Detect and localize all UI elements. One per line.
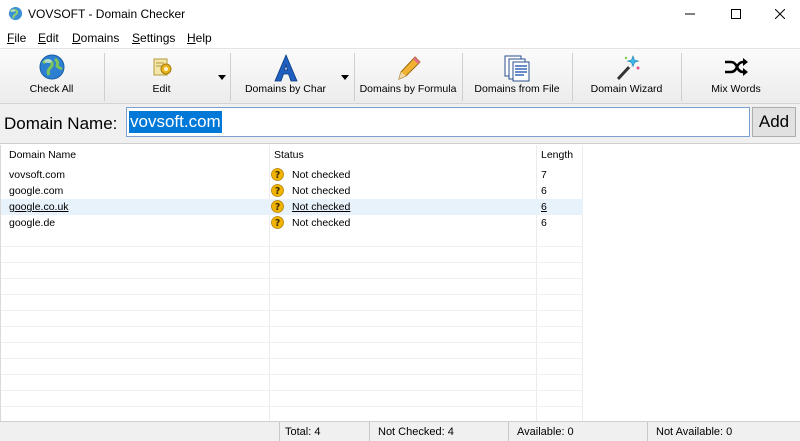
title-bar: VOVSOFT - Domain Checker xyxy=(0,0,800,28)
column-header-domain-name[interactable]: Domain Name xyxy=(9,149,76,161)
row-divider xyxy=(1,294,583,295)
question-mark-icon: ? xyxy=(271,168,284,181)
menu-help[interactable]: Help xyxy=(187,31,212,45)
edit-gear-icon xyxy=(153,58,171,76)
close-icon xyxy=(775,9,785,19)
domains-by-formula-button[interactable]: Domains by Formula xyxy=(355,49,461,104)
domains-by-char-button[interactable]: Domains by Char xyxy=(231,49,340,104)
cell-domain: google.co.uk xyxy=(9,201,69,213)
mix-words-button[interactable]: Mix Words xyxy=(682,49,790,104)
edit-label: Edit xyxy=(152,83,171,95)
check-all-label: Check All xyxy=(29,83,74,95)
row-divider xyxy=(1,326,583,327)
svg-text:?: ? xyxy=(275,218,280,229)
maximize-icon xyxy=(731,9,741,19)
cell-domain: vovsoft.com xyxy=(9,169,66,181)
question-mark-icon: ? xyxy=(271,200,284,213)
toolbar: Check All Edit Domains by Char Domains b… xyxy=(0,48,800,104)
mix-words-label: Mix Words xyxy=(711,83,761,95)
menu-bar: File Edit Domains Settings Help xyxy=(0,28,800,48)
cell-status: Not checked xyxy=(292,185,351,197)
domains-by-formula-label: Domains by Formula xyxy=(359,83,457,95)
row-divider xyxy=(1,406,583,407)
menu-file[interactable]: File xyxy=(7,31,26,45)
table-row[interactable]: google.de ? Not checked 6 xyxy=(1,215,583,231)
grid-header: Domain Name Status Length xyxy=(1,145,800,166)
globe-icon xyxy=(39,54,64,80)
domain-wizard-button[interactable]: Domain Wizard xyxy=(573,49,680,104)
menu-settings[interactable]: Settings xyxy=(132,31,175,45)
svg-text:?: ? xyxy=(275,202,280,213)
status-available-panel: Available: 0 xyxy=(508,422,647,441)
row-divider xyxy=(1,262,583,263)
domain-wizard-label: Domain Wizard xyxy=(590,83,663,95)
window-title: VOVSOFT - Domain Checker xyxy=(28,7,186,21)
status-not-available: Not Available: 0 xyxy=(656,426,733,438)
domains-from-file-button[interactable]: Domains from File xyxy=(463,49,571,104)
domain-name-label: Domain Name: xyxy=(4,114,118,133)
svg-text:?: ? xyxy=(275,186,280,197)
column-header-status[interactable]: Status xyxy=(274,149,304,161)
edit-dropdown-arrow-icon[interactable] xyxy=(217,73,227,81)
letter-a-icon xyxy=(273,53,298,82)
domain-name-input-value: vovsoft.com xyxy=(129,111,222,133)
row-divider xyxy=(1,310,583,311)
question-mark-icon: ? xyxy=(271,216,284,229)
cell-length: 7 xyxy=(541,169,547,181)
cell-status: Not checked xyxy=(292,217,351,229)
cell-length: 6 xyxy=(541,201,547,213)
domains-from-file-label: Domains from File xyxy=(474,83,560,95)
status-not-available-panel: Not Available: 0 xyxy=(647,422,800,441)
cell-status: Not checked xyxy=(292,169,351,181)
minimize-button[interactable] xyxy=(667,0,713,28)
app-globe-icon xyxy=(8,6,23,21)
check-all-button[interactable]: Check All xyxy=(0,49,103,104)
column-header-length[interactable]: Length xyxy=(541,149,573,161)
row-divider xyxy=(1,278,583,279)
domain-name-input[interactable]: vovsoft.com xyxy=(126,107,750,137)
menu-domains[interactable]: Domains xyxy=(72,31,119,45)
status-total-panel: Total: 4 xyxy=(279,422,369,441)
domain-list-grid[interactable]: Domain Name Status Length vovsoft.com ? … xyxy=(0,145,800,421)
table-row-selected[interactable]: google.co.uk ? Not checked 6 xyxy=(1,199,583,215)
add-button[interactable]: Add xyxy=(752,107,796,137)
svg-text:?: ? xyxy=(275,170,280,181)
status-available: Available: 0 xyxy=(517,426,574,438)
table-row[interactable]: vovsoft.com ? Not checked 7 xyxy=(1,167,583,183)
cell-domain: google.de xyxy=(9,217,56,229)
status-not-checked-panel: Not Checked: 4 xyxy=(369,422,508,441)
shuffle-icon xyxy=(725,58,748,76)
documents-icon xyxy=(504,55,530,82)
minimize-icon xyxy=(685,13,695,15)
row-divider xyxy=(1,342,583,343)
cell-length: 6 xyxy=(541,185,547,197)
status-not-checked: Not Checked: 4 xyxy=(378,426,454,438)
cell-length: 6 xyxy=(541,217,547,229)
domains-by-char-dropdown-arrow-icon[interactable] xyxy=(340,73,350,81)
domains-by-char-label: Domains by Char xyxy=(244,83,327,95)
table-row[interactable]: google.com ? Not checked 6 xyxy=(1,183,583,199)
maximize-button[interactable] xyxy=(713,0,759,28)
status-total: Total: 4 xyxy=(285,426,321,438)
cell-domain: google.com xyxy=(9,185,64,197)
row-divider xyxy=(1,390,583,391)
pencil-icon xyxy=(398,56,421,80)
menu-edit[interactable]: Edit xyxy=(38,31,59,45)
cell-status: Not checked xyxy=(292,201,351,213)
row-divider xyxy=(1,358,583,359)
row-divider xyxy=(1,374,583,375)
row-divider xyxy=(1,246,583,247)
magic-wand-icon xyxy=(616,55,640,81)
close-button[interactable] xyxy=(757,0,800,28)
edit-button[interactable]: Edit xyxy=(105,49,218,104)
question-mark-icon: ? xyxy=(271,184,284,197)
status-bar: Total: 4 Not Checked: 4 Available: 0 Not… xyxy=(0,421,800,441)
